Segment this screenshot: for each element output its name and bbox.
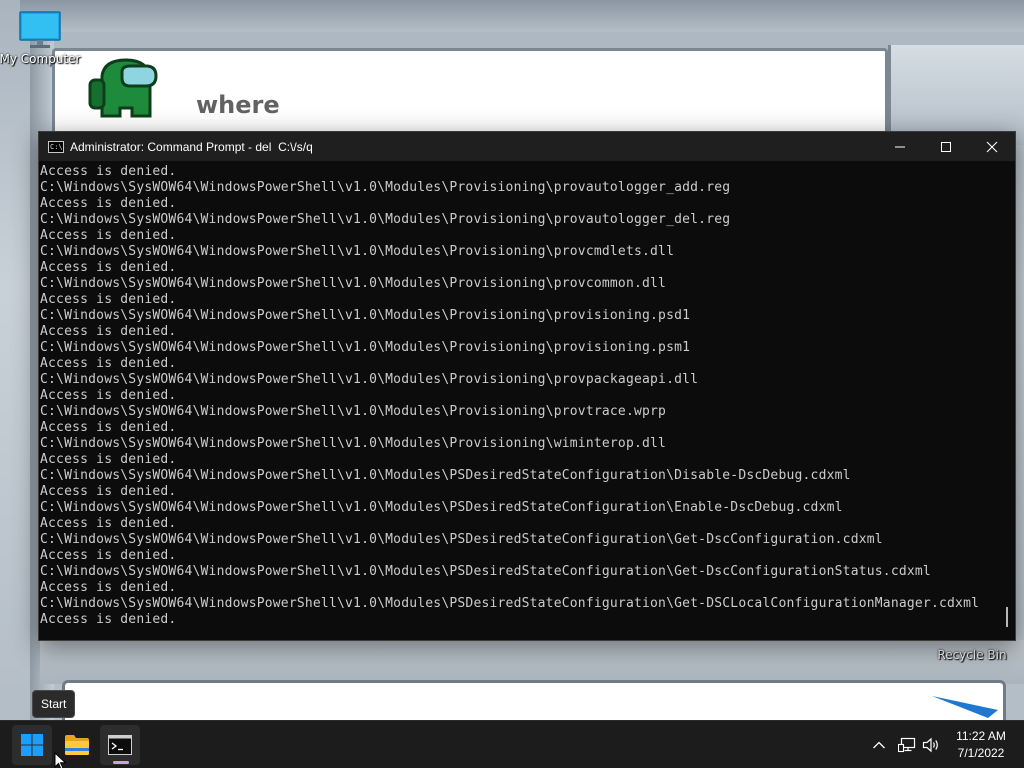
console-line: C:\Windows\SysWOW64\WindowsPowerShell\v1… (40, 500, 843, 515)
console-line: C:\Windows\SysWOW64\WindowsPowerShell\v1… (40, 596, 980, 611)
console-line: Access is denied. (40, 356, 177, 371)
wallpaper-meme-line-1: ​ (196, 54, 396, 88)
console-line: C:\Windows\SysWOW64\WindowsPowerShell\v1… (40, 180, 731, 195)
console-line: C:\Windows\SysWOW64\WindowsPowerShell\v1… (40, 340, 691, 355)
console-line: Access is denied. (40, 196, 177, 211)
monitor-icon (19, 11, 61, 48)
command-prompt-icon (108, 735, 132, 755)
console-line: Access is denied. (40, 484, 177, 499)
console-line: Access is denied. (40, 452, 177, 467)
wallpaper-lower-band (40, 640, 1024, 684)
console-line: Access is denied. (40, 612, 177, 627)
console-line: C:\Windows\SysWOW64\WindowsPowerShell\v1… (40, 564, 931, 579)
console-line: Access is denied. (40, 228, 177, 243)
console-line: C:\Windows\SysWOW64\WindowsPowerShell\v1… (40, 532, 883, 547)
console-line: Access is denied. (40, 388, 177, 403)
console-line: C:\Windows\SysWOW64\WindowsPowerShell\v1… (40, 404, 667, 419)
desktop-icon-recycle-bin[interactable]: Recycle Bin (932, 646, 1012, 662)
console-line: C:\Windows\SysWOW64\WindowsPowerShell\v1… (40, 276, 667, 291)
console-line: Access is denied. (40, 260, 177, 275)
console-line: C:\Windows\SysWOW64\WindowsPowerShell\v1… (40, 212, 731, 227)
console-line: Access is denied. (40, 548, 177, 563)
wallpaper-bottom-panel (62, 680, 1006, 720)
maximize-button[interactable] (923, 132, 969, 161)
active-window-indicator (113, 761, 129, 764)
console-scrollbar-thumb[interactable] (1006, 607, 1008, 627)
show-hidden-icons-button[interactable] (868, 734, 890, 756)
console-line: Access is denied. (40, 580, 177, 595)
command-prompt-window[interactable]: C:\ Administrator: Command Prompt - del … (38, 131, 1016, 641)
minimize-button[interactable] (877, 132, 923, 161)
desktop-icon-my-computer[interactable]: My Computer (0, 10, 80, 66)
clock-time: 11:22 AM (956, 729, 1006, 743)
wallpaper-frame-right (888, 45, 1024, 145)
taskbar: 11:22 AM 7/1/2022 (0, 720, 1024, 768)
clock-date: 7/1/2022 (957, 746, 1005, 760)
window-title: Administrator: Command Prompt - del C:\/… (70, 139, 313, 154)
command-prompt-taskbar-button[interactable] (100, 725, 140, 765)
console-app-icon-text: C:\ (50, 142, 63, 151)
console-line: C:\Windows\SysWOW64\WindowsPowerShell\v1… (40, 244, 675, 259)
console-output[interactable]: Access is denied. C:\Windows\SysWOW64\Wi… (39, 161, 1015, 640)
console-line: Access is denied. (40, 164, 177, 179)
window-titlebar[interactable]: C:\ Administrator: Command Prompt - del … (39, 132, 1015, 161)
console-line: Access is denied. (40, 324, 177, 339)
console-line: C:\Windows\SysWOW64\WindowsPowerShell\v1… (40, 468, 851, 483)
desktop-icon-label: Recycle Bin (937, 648, 1007, 662)
desktop-icon-label: My Computer (0, 52, 81, 66)
console-line: Access is denied. (40, 516, 177, 531)
close-icon (986, 141, 998, 152)
wallpaper-blue-shape (932, 696, 998, 718)
console-line: Access is denied. (40, 420, 177, 435)
start-icon (21, 734, 43, 756)
mouse-cursor-icon (54, 752, 67, 768)
console-line: C:\Windows\SysWOW64\WindowsPowerShell\v1… (40, 436, 667, 451)
chevron-up-icon (873, 741, 885, 749)
volume-button[interactable] (920, 734, 942, 756)
network-button[interactable] (896, 734, 918, 756)
console-line: C:\Windows\SysWOW64\WindowsPowerShell\v1… (40, 372, 699, 387)
network-icon (898, 737, 916, 753)
system-clock[interactable]: 11:22 AM 7/1/2022 (950, 728, 1012, 762)
volume-icon (922, 737, 938, 753)
maximize-icon (941, 141, 951, 152)
start-button[interactable] (12, 725, 52, 765)
start-tooltip: Start (32, 690, 76, 718)
wallpaper-meme-text: ​ where (196, 54, 396, 122)
minimize-icon (895, 146, 905, 147)
console-line: C:\Windows\SysWOW64\WindowsPowerShell\v1… (40, 308, 691, 323)
console-app-icon[interactable]: C:\ (48, 140, 64, 153)
close-button[interactable] (969, 132, 1015, 161)
crewmate-image (88, 58, 158, 118)
console-scrollbar[interactable] (999, 161, 1015, 640)
wallpaper-frame-top (20, 0, 1024, 32)
wallpaper-meme-line-2: where (196, 91, 280, 119)
console-line: Access is denied. (40, 292, 177, 307)
